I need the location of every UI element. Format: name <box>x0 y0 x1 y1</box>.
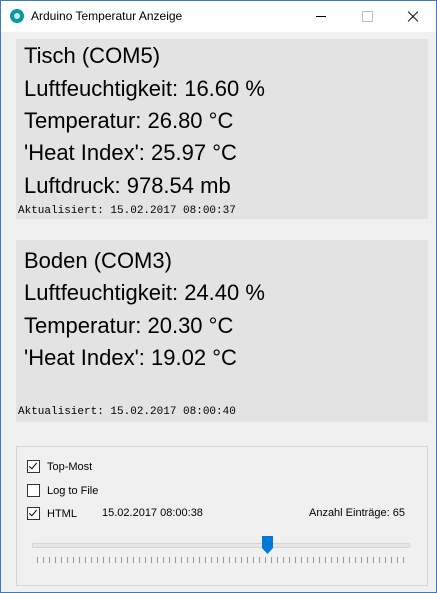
log-to-file-checkbox[interactable]: Log to File <box>27 484 98 497</box>
html-checkbox[interactable]: HTML <box>27 507 77 520</box>
temperature-value: Temperatur: 20.30 °C <box>24 313 234 338</box>
top-most-label: Top-Most <box>47 460 93 473</box>
pressure-value: Luftdruck: 978.54 mb <box>24 173 231 198</box>
sensor-panel-tisch: Tisch (COM5) Luftfeuchtigkeit: 16.60 % T… <box>16 39 428 219</box>
slider-thumb[interactable] <box>261 536 273 554</box>
sensor-title: Tisch (COM5) <box>24 43 161 68</box>
slider-ticks <box>37 557 407 563</box>
arduino-app-icon <box>10 9 24 23</box>
heat-index-value: 'Heat Index': 19.02 °C <box>24 345 237 370</box>
updated-timestamp: Aktualisiert: 15.02.2017 08:00:40 <box>18 406 236 418</box>
sensor-title: Boden (COM3) <box>24 248 172 273</box>
minimize-button[interactable] <box>298 1 344 32</box>
log-to-file-label: Log to File <box>47 484 99 497</box>
slider-thumb-icon <box>261 536 273 554</box>
updated-timestamp: Aktualisiert: 15.02.2017 08:00:37 <box>18 205 236 217</box>
options-group: Top-Most Log to File HTML 15.02.2017 08:… <box>16 446 428 586</box>
checkbox-unchecked-icon[interactable] <box>27 484 40 497</box>
minimize-icon <box>316 16 326 17</box>
slider-track[interactable] <box>32 543 410 548</box>
entry-count: Anzahl Einträge: 65 <box>308 507 405 519</box>
checkbox-checked-icon[interactable] <box>27 460 40 473</box>
last-log-timestamp: 15.02.2017 08:00:38 <box>102 507 203 519</box>
app-window: Arduino Temperatur Anzeige Tisch (COM5) … <box>0 0 437 593</box>
window-title: Arduino Temperatur Anzeige <box>31 9 183 23</box>
checkbox-checked-icon[interactable] <box>27 507 40 520</box>
temperature-value: Temperatur: 26.80 °C <box>24 108 234 133</box>
humidity-value: Luftfeuchtigkeit: 24.40 % <box>24 280 265 305</box>
html-label: HTML <box>47 507 77 520</box>
heat-index-value: 'Heat Index': 25.97 °C <box>24 140 237 165</box>
top-most-checkbox[interactable]: Top-Most <box>27 460 92 473</box>
sensor-panel-boden: Boden (COM3) Luftfeuchtigkeit: 24.40 % T… <box>16 240 428 422</box>
title-bar[interactable]: Arduino Temperatur Anzeige <box>1 1 436 32</box>
maximize-icon <box>361 11 373 22</box>
close-icon <box>407 11 419 23</box>
close-button[interactable] <box>390 1 436 32</box>
humidity-value: Luftfeuchtigkeit: 16.60 % <box>24 76 265 101</box>
maximize-button[interactable] <box>344 1 390 32</box>
